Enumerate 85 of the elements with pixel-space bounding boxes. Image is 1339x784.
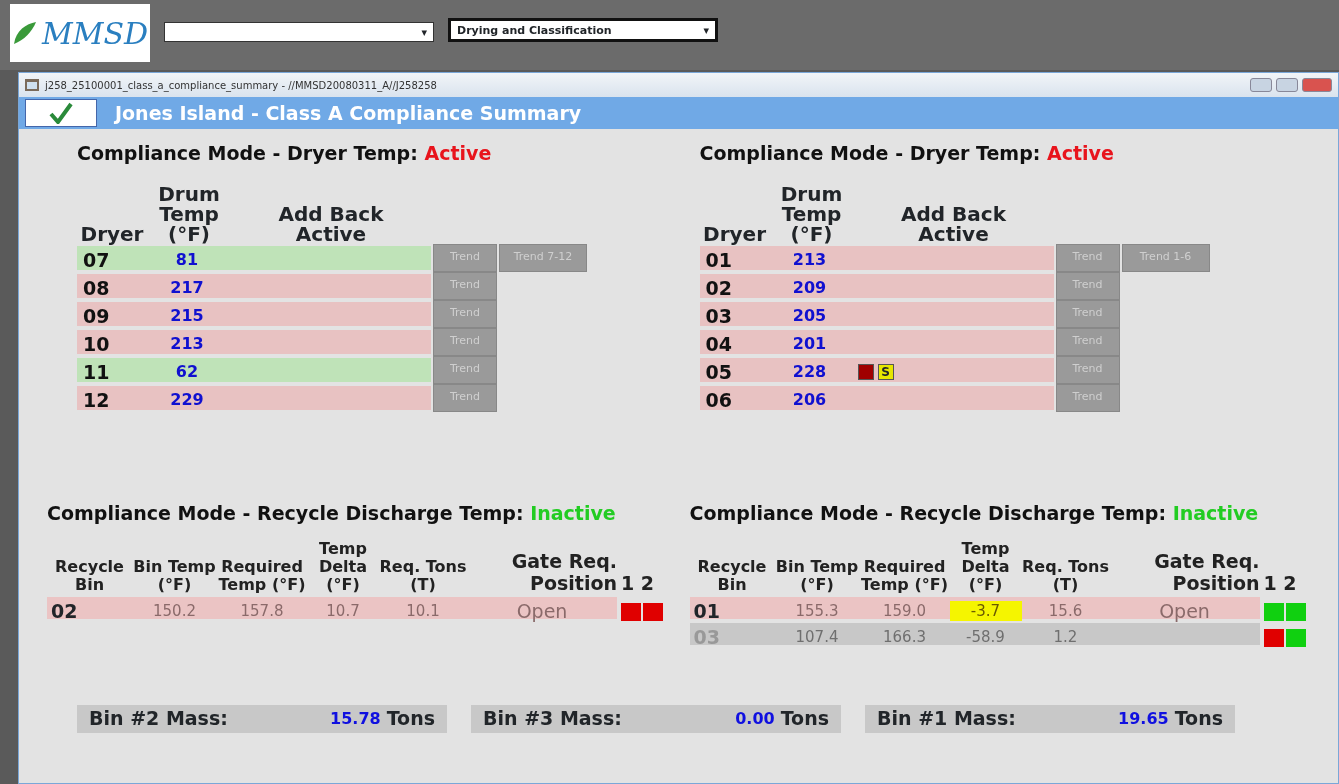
- gate-position: Open: [515, 598, 569, 624]
- maximize-button[interactable]: [1276, 78, 1298, 92]
- dryer-id: 11: [82, 359, 111, 385]
- required-tons: 10.1: [405, 600, 441, 622]
- mass-label: Bin #1 Mass:: [877, 706, 1016, 732]
- dryer-id: 04: [704, 331, 733, 357]
- dryer-id: 03: [704, 303, 733, 329]
- column-header: Dryer: [702, 223, 767, 244]
- dropdown[interactable]: ▾: [164, 22, 434, 42]
- bin-id: 02: [50, 598, 79, 624]
- drum-temp: 213: [169, 332, 205, 355]
- section-title: Compliance Mode - Dryer Temp: Active: [699, 141, 1115, 166]
- dryer-id: 06: [704, 387, 733, 413]
- required-tons: 15.6: [1047, 600, 1084, 622]
- column-header: Recycle Bin: [54, 557, 125, 595]
- mass-value: 0.00: [735, 707, 775, 730]
- required-temp: 166.3: [882, 626, 927, 648]
- leaf-icon: [11, 20, 38, 46]
- column-header: Dryer: [79, 223, 145, 244]
- mass-label: Bin #2 Mass:: [89, 706, 228, 732]
- temp-delta: -58.9: [965, 626, 1006, 648]
- drum-temp: 81: [174, 248, 200, 271]
- dryer-id: 08: [82, 275, 111, 301]
- column-header: Add Back Active: [277, 203, 385, 244]
- required-tons: 1.2: [1052, 626, 1079, 648]
- drum-temp: 228: [791, 360, 828, 383]
- dryer-id: 05: [704, 359, 733, 385]
- section-title: Compliance Mode - Recycle Discharge Temp: Inactive: [47, 501, 617, 526]
- close-button[interactable]: [1302, 78, 1332, 92]
- temp-delta: -3.7: [949, 600, 1022, 621]
- drum-temp: 209: [791, 276, 828, 299]
- status-flag: S: [877, 363, 894, 380]
- column-header: Recycle Bin: [696, 557, 768, 595]
- mass-value: 19.65: [1118, 707, 1169, 730]
- bin-temp: 155.3: [794, 600, 840, 622]
- window-icon: [25, 79, 39, 91]
- dryer-id: 12: [82, 387, 111, 413]
- column-header: Req. Tons (T): [379, 557, 467, 595]
- required-temp: 157.8: [239, 600, 285, 622]
- column-header: Gate Req. Position: [1153, 551, 1260, 595]
- drum-temp: 62: [174, 360, 200, 383]
- section-title: Compliance Mode - Recycle Discharge Temp: Inactive: [689, 501, 1260, 526]
- mass-unit: Tons: [1174, 706, 1223, 732]
- drum-temp: 213: [791, 248, 828, 271]
- window-title: j258_25100001_class_a_compliance_summary - //MMSD20080311_A//J258258: [45, 78, 437, 93]
- mass-value: 15.78: [330, 707, 381, 730]
- column-header: Drum Temp (°F): [779, 183, 844, 244]
- drum-temp: 205: [791, 304, 828, 327]
- minimize-button[interactable]: [1250, 78, 1272, 92]
- drum-temp: 206: [791, 388, 828, 411]
- column-header: Bin Temp (°F): [132, 557, 217, 595]
- app-logo-icon: [25, 99, 97, 127]
- column-header: Drum Temp (°F): [157, 183, 221, 244]
- dryer-id: 02: [704, 275, 733, 301]
- logo: MMSD: [10, 4, 150, 62]
- required-temp: 159.0: [882, 600, 927, 622]
- bin-temp: 150.2: [152, 600, 197, 622]
- drum-temp: 201: [791, 332, 828, 355]
- column-header: Gate Req. Position: [510, 551, 617, 595]
- column-header: Required Temp (°F): [217, 557, 307, 595]
- header-title: Jones Island - Class A Compliance Summary: [115, 100, 582, 126]
- drum-temp: 217: [169, 276, 205, 299]
- mass-unit: Tons: [780, 706, 829, 732]
- dryer-id: 01: [704, 247, 733, 273]
- section-title: Compliance Mode - Dryer Temp: Active: [77, 141, 493, 166]
- bin-temp: 107.4: [794, 626, 840, 648]
- gate-position: Open: [1158, 598, 1211, 624]
- dryer-id: 10: [82, 331, 111, 357]
- column-header: Temp Delta (°F): [317, 539, 369, 595]
- column-header: Bin Temp (°F): [774, 557, 860, 595]
- bin-id: 01: [692, 598, 721, 624]
- column-header: Required Temp (°F): [860, 557, 949, 595]
- dropdown[interactable]: Drying and Classification ▾: [448, 18, 718, 42]
- mass-label: Bin #3 Mass:: [483, 706, 622, 732]
- drum-temp: 215: [169, 304, 205, 327]
- column-header: Req. Tons (T): [1021, 557, 1110, 595]
- column-header: 1 2: [1262, 572, 1298, 595]
- column-header: 1 2: [620, 572, 656, 595]
- column-header: Temp Delta (°F): [960, 539, 1011, 595]
- dryer-id: 09: [82, 303, 111, 329]
- dryer-id: 07: [82, 247, 111, 273]
- mass-unit: Tons: [386, 706, 435, 732]
- drum-temp: 229: [169, 388, 205, 411]
- temp-delta: 10.7: [325, 600, 361, 622]
- column-header: Add Back Active: [900, 203, 1007, 244]
